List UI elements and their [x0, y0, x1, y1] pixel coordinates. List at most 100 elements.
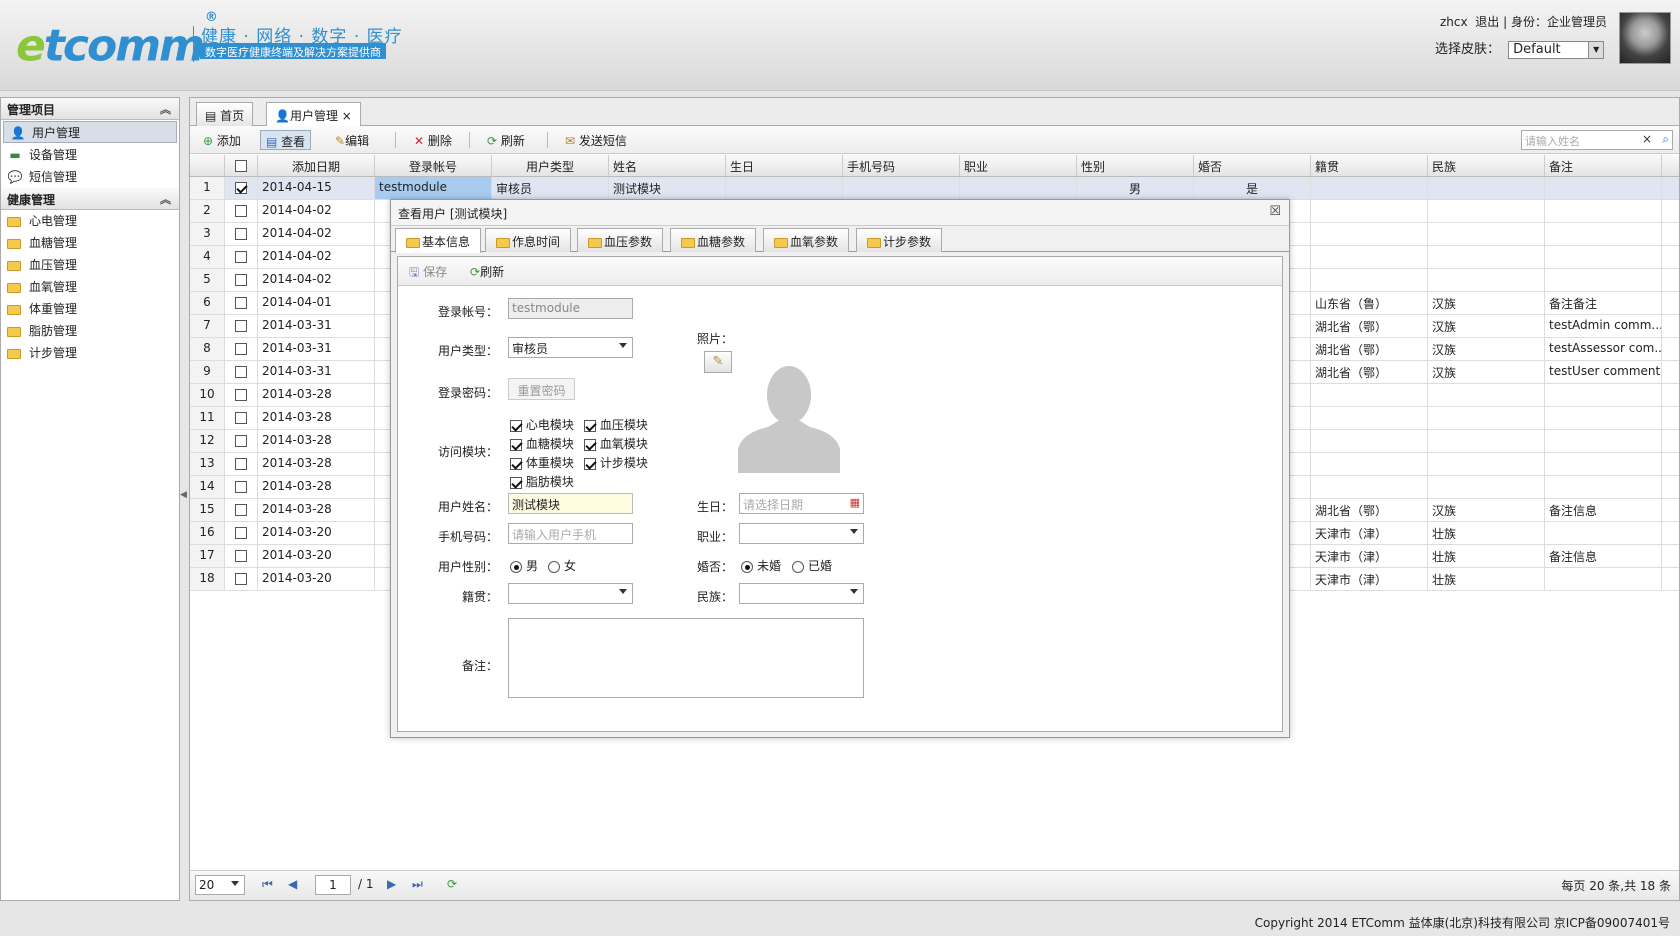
sidebar-item-weight[interactable]: 体重管理	[1, 298, 179, 320]
name-search-input[interactable]: 请输入姓名 × ⌕	[1521, 130, 1673, 150]
view-button[interactable]: ▤ 查看	[260, 130, 312, 150]
row-checkbox[interactable]	[225, 453, 258, 475]
row-checkbox[interactable]	[225, 430, 258, 452]
next-page-icon[interactable]: ▶	[387, 877, 396, 891]
col-phone[interactable]: 手机号码	[843, 155, 960, 176]
row-checkbox[interactable]	[225, 223, 258, 245]
col-ethnic[interactable]: 民族	[1428, 155, 1545, 176]
row-checkbox[interactable]	[225, 476, 258, 498]
sidebar-item-user-management[interactable]: 👤 用户管理	[3, 121, 177, 143]
row-checkbox[interactable]	[225, 499, 258, 521]
row-checkbox[interactable]	[225, 361, 258, 383]
delete-button[interactable]: ✕ 删除	[409, 130, 457, 150]
gender-male-radio[interactable]: 男	[510, 557, 538, 574]
note-textarea[interactable]	[508, 618, 864, 698]
sidebar-section-manage[interactable]: 管理项目 ︽	[1, 98, 179, 120]
close-tab-icon[interactable]: ×	[342, 109, 352, 123]
last-page-icon[interactable]: ⏭	[412, 877, 423, 892]
sidebar-item-sms-management[interactable]: 💬 短信管理	[1, 166, 179, 188]
col-gender[interactable]: 性别	[1077, 155, 1194, 176]
tab-user-management[interactable]: 👤用户管理 ×	[266, 102, 361, 127]
col-type[interactable]: 用户类型	[492, 155, 609, 176]
col-name[interactable]: 姓名	[609, 155, 726, 176]
tab-home[interactable]: ▤ 首页	[196, 102, 254, 126]
select-all-checkbox[interactable]	[225, 155, 258, 176]
row-checkbox[interactable]	[225, 384, 258, 406]
logout-link[interactable]: 退出	[1475, 15, 1499, 29]
col-note[interactable]: 备注	[1545, 155, 1662, 176]
tab-step-params[interactable]: 计步参数	[856, 228, 943, 252]
clear-icon[interactable]: ×	[1642, 132, 1652, 146]
table-row[interactable]: 1 2014-04-15 testmodule 审核员 测试模块 男是	[190, 177, 1679, 200]
row-checkbox[interactable]	[225, 292, 258, 314]
birthday-field[interactable]: 请选择日期 ▦	[739, 493, 864, 514]
type-select[interactable]: 审核员	[508, 337, 633, 358]
module-weight-checkbox[interactable]: 体重模块	[510, 454, 574, 471]
row-checkbox[interactable]	[225, 269, 258, 291]
col-origin[interactable]: 籍贯	[1311, 155, 1428, 176]
tab-schedule[interactable]: 作息时间	[485, 228, 572, 252]
first-page-icon[interactable]: ⏮	[262, 877, 273, 892]
module-ecg-checkbox[interactable]: 心电模块	[510, 416, 574, 433]
row-checkbox[interactable]	[225, 407, 258, 429]
page-size-select[interactable]: 20	[195, 875, 245, 895]
phone-field[interactable]: 请输入用户手机	[508, 523, 633, 544]
collapse-icon[interactable]: ︽	[160, 101, 171, 117]
sidebar-item-device-management[interactable]: ▬ 设备管理	[1, 144, 179, 166]
skin-select[interactable]: Default ▼	[1508, 40, 1605, 59]
married-yes-radio[interactable]: 已婚	[792, 557, 832, 574]
row-checkbox[interactable]	[225, 200, 258, 222]
col-date[interactable]: 添加日期	[258, 155, 375, 176]
edit-photo-button[interactable]: ✎	[704, 351, 732, 373]
module-bp-checkbox[interactable]: 血压模块	[584, 416, 648, 433]
edit-button[interactable]: ✎编辑	[330, 130, 374, 150]
search-icon[interactable]: ⌕	[1662, 132, 1669, 147]
row-checkbox[interactable]	[225, 545, 258, 567]
account-field[interactable]: testmodule	[508, 298, 633, 319]
close-icon[interactable]: ☒	[1269, 204, 1281, 219]
gender-female-radio[interactable]: 女	[548, 557, 576, 574]
module-glucose-checkbox[interactable]: 血糖模块	[510, 435, 574, 452]
ethnic-select[interactable]	[739, 583, 864, 604]
sidebar-item-steps[interactable]: 计步管理	[1, 342, 179, 364]
job-select[interactable]	[739, 523, 864, 544]
module-oxygen-checkbox[interactable]: 血氧模块	[584, 435, 648, 452]
row-checkbox[interactable]	[225, 315, 258, 337]
col-married[interactable]: 婚否	[1194, 155, 1311, 176]
tab-glucose-params[interactable]: 血糖参数	[670, 228, 757, 252]
collapse-icon[interactable]: ︽	[160, 191, 171, 207]
save-button[interactable]: 🖫 保存	[404, 261, 452, 281]
module-fat-checkbox[interactable]: 脂肪模块	[510, 473, 574, 490]
dialog-refresh-button[interactable]: ⟳刷新	[465, 261, 509, 281]
reset-password-button[interactable]: 重置密码	[508, 378, 575, 400]
add-button[interactable]: ⊕ 添加	[198, 130, 246, 150]
module-steps-checkbox[interactable]: 计步模块	[584, 454, 648, 471]
origin-select[interactable]	[508, 583, 633, 604]
calendar-icon[interactable]: ▦	[850, 496, 860, 509]
row-checkbox[interactable]	[225, 177, 258, 199]
row-checkbox[interactable]	[225, 522, 258, 544]
col-job[interactable]: 职业	[960, 155, 1077, 176]
tab-bp-params[interactable]: 血压参数	[577, 228, 664, 252]
col-birthday[interactable]: 生日	[726, 155, 843, 176]
current-page-input[interactable]: 1	[315, 875, 351, 895]
sidebar-item-glucose[interactable]: 血糖管理	[1, 232, 179, 254]
sidebar-item-ecg[interactable]: 心电管理	[1, 210, 179, 232]
reload-icon[interactable]: ⟳	[447, 877, 457, 891]
send-sms-button[interactable]: ✉ 发送短信	[560, 130, 632, 150]
sidebar-section-health[interactable]: 健康管理 ︽	[1, 188, 179, 210]
col-account[interactable]: 登录帐号	[375, 155, 492, 176]
refresh-button[interactable]: ⟳ 刷新	[482, 130, 530, 150]
sidebar-item-blood-pressure[interactable]: 血压管理	[1, 254, 179, 276]
name-field[interactable]: 测试模块	[508, 493, 633, 514]
tab-basic-info[interactable]: 基本信息	[395, 228, 482, 253]
row-checkbox[interactable]	[225, 568, 258, 590]
collapse-arrow-icon[interactable]: ◀	[180, 490, 187, 508]
tab-oxygen-params[interactable]: 血氧参数	[763, 228, 850, 252]
married-no-radio[interactable]: 未婚	[741, 557, 781, 574]
sidebar-item-oxygen[interactable]: 血氧管理	[1, 276, 179, 298]
prev-page-icon[interactable]: ◀	[288, 877, 297, 891]
row-checkbox[interactable]	[225, 338, 258, 360]
row-checkbox[interactable]	[225, 246, 258, 268]
sidebar-item-fat[interactable]: 脂肪管理	[1, 320, 179, 342]
